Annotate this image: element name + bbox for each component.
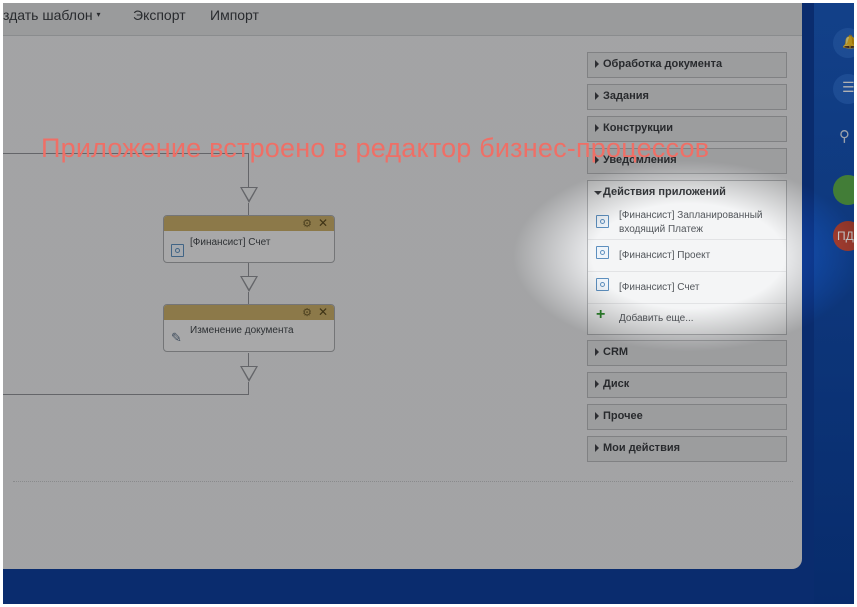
activity-label: Изменение документа [190,325,294,336]
chevron-right-icon [595,444,599,452]
app-icon[interactable] [833,175,854,205]
section-other[interactable]: Прочее [587,404,787,430]
add-more-label: Добавить еще... [619,313,694,324]
section-label: Мои действия [603,442,681,454]
app-action-label: [Финансист] Счет [619,282,700,293]
section-label: CRM [603,346,629,358]
divider [13,481,793,482]
flow-arrow [240,187,258,203]
edit-document-icon: ✎ [171,330,182,345]
section-my-actions[interactable]: Мои действия [587,436,787,462]
bp-editor: здать шаблон ▾ Экспорт Импорт ⚙ ✕ [Финан [3,3,802,569]
toolbar: здать шаблон ▾ Экспорт Импорт [3,3,802,36]
search-icon[interactable]: ⚲ [839,127,850,145]
section-label: Обработка документа [603,58,723,70]
chevron-right-icon [595,92,599,100]
section-doc-processing[interactable]: Обработка документа [587,52,787,78]
section-tasks[interactable]: Задания [587,84,787,110]
gear-icon[interactable]: ⚙ [302,217,312,230]
app-action-label: [Финансист] Запланированный входящий Пла… [619,210,763,235]
plus-icon: + [596,306,606,323]
close-icon[interactable]: ✕ [318,216,328,230]
chat-icon[interactable]: ☰ [833,74,854,104]
connector-line [248,203,249,215]
activity-block-doc-change[interactable]: ⚙ ✕ ✎ Изменение документа [163,304,335,352]
avatar[interactable]: ПД [833,221,854,251]
section-label: Диск [603,378,630,390]
chevron-right-icon [595,412,599,420]
activity-header: ⚙ ✕ [164,305,334,320]
export-button[interactable]: Экспорт [133,7,186,23]
section-disk[interactable]: Диск [587,372,787,398]
annotation-caption: Приложение встроено в редактор бизнес-пр… [41,133,710,163]
gear-icon[interactable]: ⚙ [302,306,312,319]
section-app-actions: Действия приложений [Финансист] Запланир… [587,180,787,335]
chevron-right-icon [595,380,599,388]
flow-arrow [240,366,258,382]
avatar-initials: ПД [837,229,854,243]
app-action-item[interactable]: [Финансист] Проект [588,240,786,272]
connector-line [248,382,249,394]
right-sidebar: 🔔 ☰ ⚲ ПД [814,3,854,604]
connector-line [248,292,249,304]
section-app-actions-header[interactable]: Действия приложений [588,181,786,205]
chevron-down-icon: ▾ [96,10,101,19]
connector-line [248,353,249,367]
flow-arrow [240,276,258,292]
import-button[interactable]: Импорт [210,7,259,23]
section-label: Задания [603,90,649,102]
app-action-item[interactable]: [Финансист] Запланированный входящий Пла… [588,207,786,240]
chevron-right-icon [595,60,599,68]
connector-line [3,394,249,395]
chevron-down-icon [594,191,602,195]
app-action-item[interactable]: [Финансист] Счет [588,272,786,304]
app-action-icon [596,215,609,228]
bell-icon[interactable]: 🔔 [833,28,854,58]
section-label: Прочее [603,410,643,422]
app-action-icon [596,246,609,259]
add-more-button[interactable]: + Добавить еще... [588,306,786,329]
app-action-icon [596,278,609,291]
connector-line [248,263,249,277]
activity-label: [Финансист] Счет [190,237,271,248]
chevron-right-icon [595,124,599,132]
app-action-label: [Финансист] Проект [619,250,711,261]
section-label: Действия приложений [603,186,726,198]
chevron-right-icon [595,348,599,356]
app-action-icon [171,244,184,257]
section-crm[interactable]: CRM [587,340,787,366]
create-template-button[interactable]: здать шаблон ▾ [3,7,101,23]
screen: 🔔 ☰ ⚲ ПД здать шаблон ▾ Экспорт Импорт ⚙… [3,3,854,604]
activity-block-invoice[interactable]: ⚙ ✕ [Финансист] Счет [163,215,335,263]
create-template-label: здать шаблон [3,7,93,23]
close-icon[interactable]: ✕ [318,305,328,319]
activity-header: ⚙ ✕ [164,216,334,231]
